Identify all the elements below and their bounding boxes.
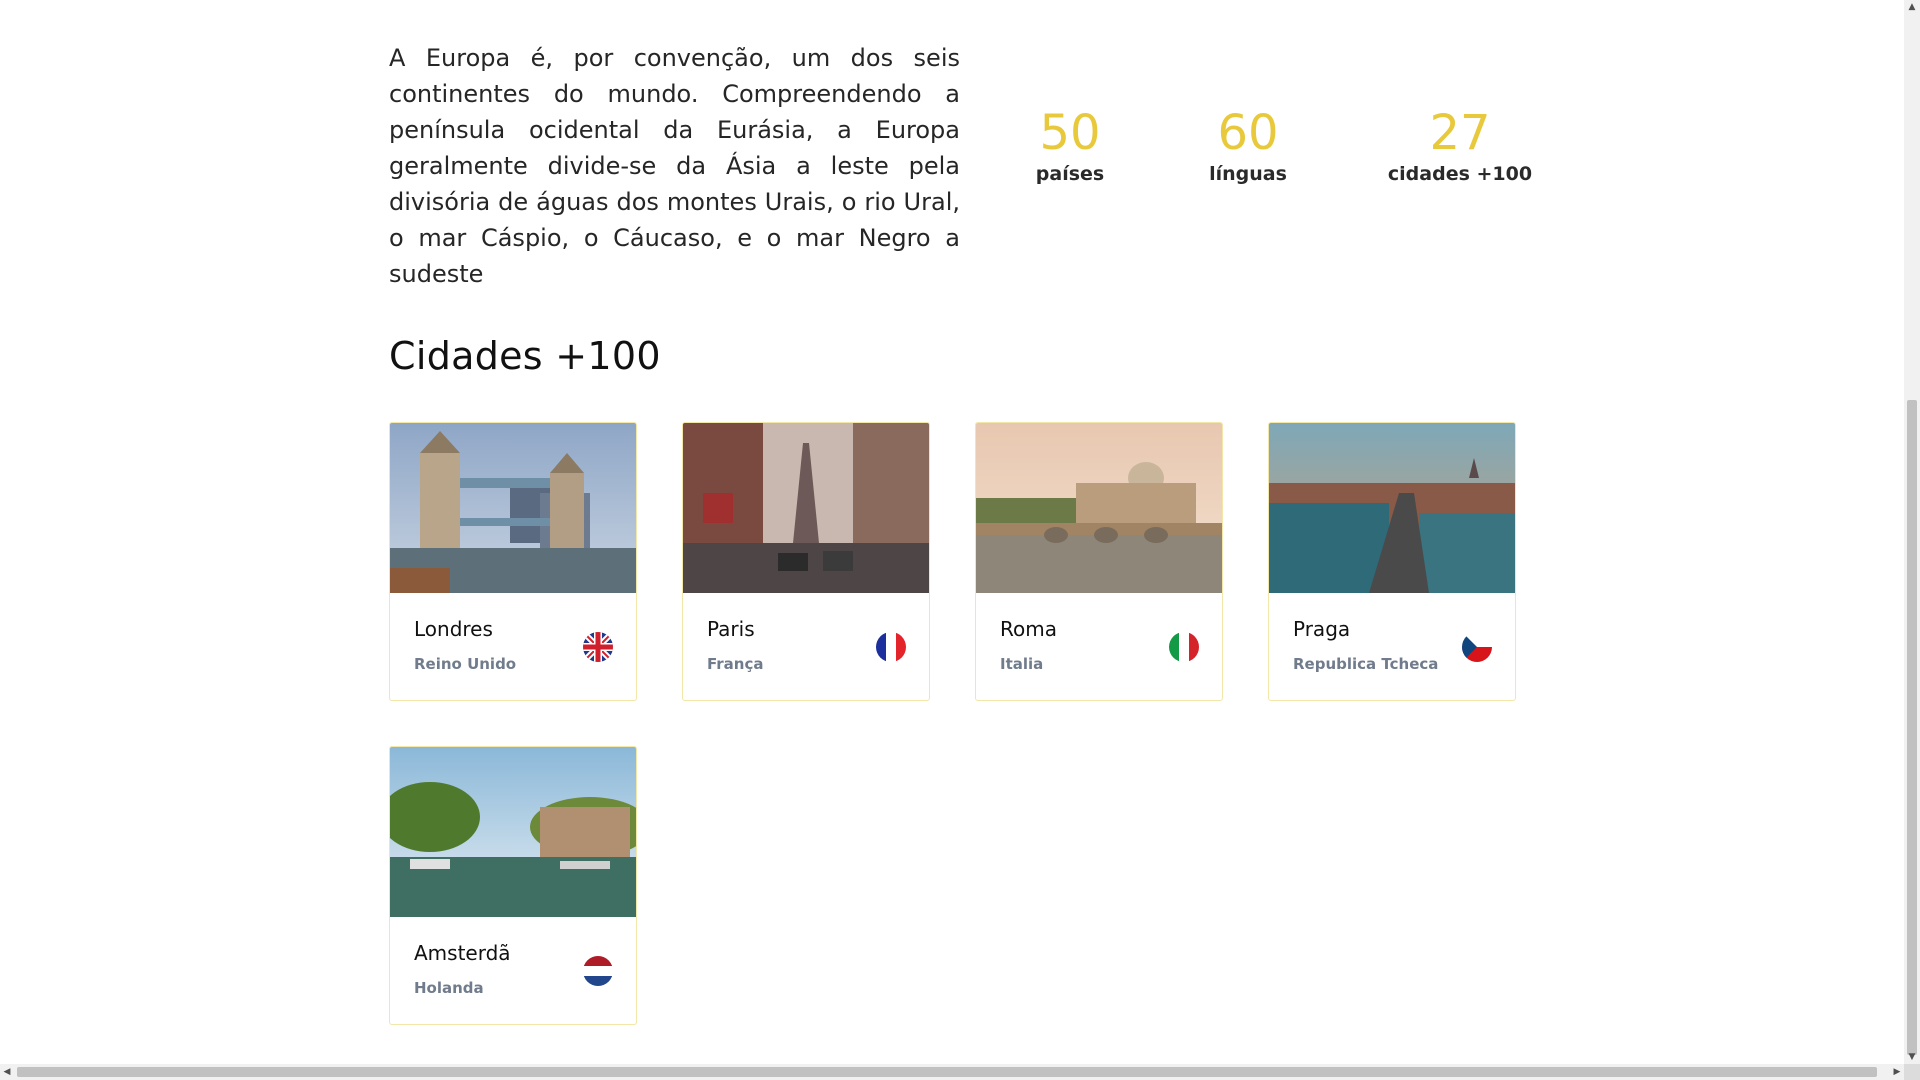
stat-number: 27 (1429, 105, 1491, 161)
city-card-roma[interactable]: Roma Italia (975, 422, 1223, 701)
stat-label: línguas (1209, 163, 1287, 185)
city-card-praga[interactable]: Praga Republica Tcheca (1268, 422, 1516, 701)
netherlands-flag-icon (583, 956, 613, 986)
stat-label: países (1035, 163, 1105, 185)
city-card-amsterda[interactable]: Amsterdã Holanda (389, 746, 637, 1025)
city-name: Londres (414, 617, 493, 641)
horizontal-scroll-thumb[interactable] (17, 1067, 1877, 1077)
city-name: Amsterdã (414, 941, 511, 965)
france-flag-icon (876, 632, 906, 662)
city-name: Roma (1000, 617, 1057, 641)
stat-cities: 27 cidades +100 (1385, 105, 1535, 185)
city-photo (976, 423, 1222, 593)
stat-countries: 50 países (1010, 105, 1130, 185)
stat-number: 60 (1217, 105, 1279, 161)
country-name: Italia (1000, 655, 1044, 673)
scroll-left-arrow-icon[interactable]: ◀ (0, 1064, 14, 1080)
vertical-scroll-thumb[interactable] (1907, 400, 1917, 1055)
scrollbar-corner (1904, 1064, 1920, 1080)
country-name: França (707, 655, 764, 673)
section-title: Cidades +100 (389, 334, 661, 378)
city-photo (1269, 423, 1515, 593)
stat-label: cidades +100 (1387, 163, 1533, 185)
city-photo (390, 747, 636, 917)
city-name: Praga (1293, 617, 1351, 641)
italy-flag-icon (1169, 632, 1199, 662)
scroll-right-arrow-icon[interactable]: ▶ (1890, 1064, 1904, 1080)
country-name: Reino Unido (414, 655, 517, 673)
city-card-paris[interactable]: Paris França (682, 422, 930, 701)
stats-row: 50 países 60 línguas 27 cidades +100 (1000, 105, 1532, 205)
uk-flag-icon (583, 632, 613, 662)
country-name: Holanda (414, 979, 484, 997)
country-name: Republica Tcheca (1293, 655, 1439, 673)
stat-languages: 60 línguas (1188, 105, 1308, 185)
horizontal-scrollbar[interactable]: ◀ ▶ (0, 1064, 1904, 1080)
intro-paragraph: A Europa é, por convenção, um dos seis c… (389, 44, 960, 288)
vertical-scrollbar[interactable]: ▲ ▼ (1904, 0, 1920, 1064)
page: A Europa é, por convenção, um dos seis c… (0, 0, 1904, 1064)
scroll-up-arrow-icon[interactable]: ▲ (1904, 0, 1920, 14)
city-photo (683, 423, 929, 593)
stat-number: 50 (1039, 105, 1101, 161)
city-card-londres[interactable]: Londres Reino Unido (389, 422, 637, 701)
city-name: Paris (707, 617, 755, 641)
czech-flag-icon (1462, 632, 1492, 662)
city-photo (390, 423, 636, 593)
scroll-down-arrow-icon[interactable]: ▼ (1904, 1050, 1920, 1064)
